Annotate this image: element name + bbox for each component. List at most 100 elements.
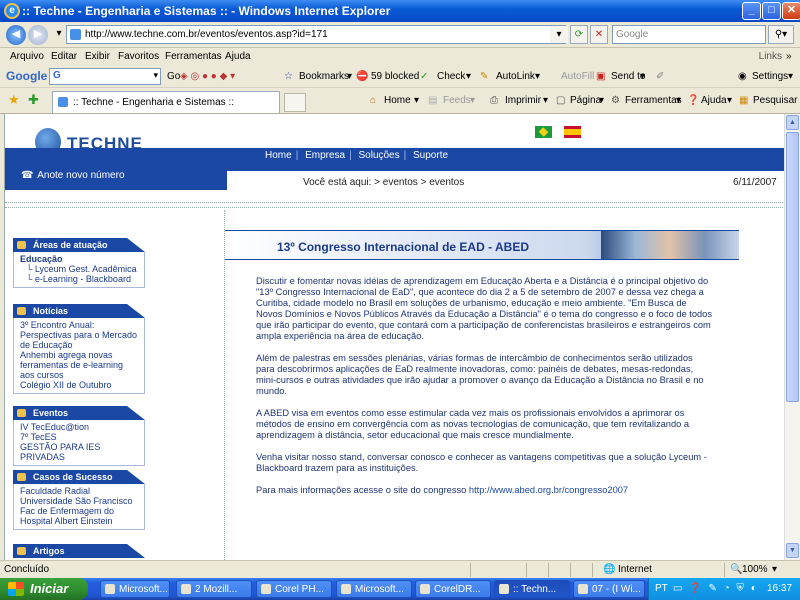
taskbar-item[interactable]: Corel PH... — [256, 580, 332, 598]
blocked-button[interactable]: 59 blocked — [371, 71, 419, 82]
sidebar-articles-title[interactable]: Artigos — [13, 544, 145, 558]
brazil-flag-icon[interactable] — [535, 126, 552, 138]
menu-editar[interactable]: Editar — [51, 51, 77, 62]
chevron-down-icon[interactable]: ▾ — [676, 95, 681, 106]
address-row: ◀ ▶ ▾ http://www.techne.com.br/eventos/e… — [0, 22, 800, 48]
taskbar: Iniciar Microsoft... 2 Mozill... Corel P… — [0, 578, 800, 600]
taskbar-item[interactable]: Microsoft... — [336, 580, 412, 598]
tools-button[interactable]: Ferramentas — [625, 95, 682, 106]
sidebar-areas-heading[interactable]: Educação — [20, 254, 63, 264]
add-favorite-icon[interactable]: ✚ — [28, 92, 39, 108]
case-item[interactable]: Faculdade Radial — [20, 486, 140, 496]
sidebar-item[interactable]: └ Lyceum Gest. Acadêmica — [20, 264, 140, 274]
help-button[interactable]: Ajuda — [701, 95, 727, 106]
scroll-down-icon[interactable]: ▼ — [786, 543, 799, 558]
case-item[interactable]: Universidade São Francisco — [20, 496, 140, 506]
menu-arquivo[interactable]: Arquivo — [10, 51, 44, 62]
nav-empresa[interactable]: Empresa — [305, 150, 345, 161]
autolink-button[interactable]: AutoLink — [496, 71, 535, 82]
research-button[interactable]: Pesquisar — [753, 95, 797, 106]
taskbar-item[interactable]: 2 Mozill... — [176, 580, 252, 598]
nav-solucoes[interactable]: Soluções — [358, 150, 399, 161]
news-item[interactable]: Colégio XII de Outubro — [20, 380, 140, 390]
tray-icons[interactable]: ▭ ❓ ✎ ◔ ⛨ ◐ — [673, 583, 759, 594]
stop-icon[interactable]: ✕ — [590, 25, 608, 44]
sidebar-item[interactable]: └ e-Learning - Blackboard — [20, 274, 140, 284]
chevron-down-icon[interactable]: ▾ — [772, 564, 777, 575]
language-indicator[interactable]: PT — [655, 583, 668, 594]
feeds-button[interactable]: Feeds — [443, 95, 471, 106]
news-item[interactable]: Anhembi agrega novas ferramentas de e-le… — [20, 350, 140, 380]
favorites-star-icon[interactable]: ★ — [8, 92, 20, 108]
refresh-icon[interactable]: ⟳ — [570, 25, 588, 44]
nav-home[interactable]: Home — [265, 150, 292, 161]
spellcheck-icon: ✓ — [420, 71, 429, 82]
address-dropdown-icon[interactable]: ▾ — [550, 26, 568, 43]
article-body: Discutir e fomentar novas idéias de apre… — [256, 276, 712, 507]
tab-techne[interactable]: :: Techne - Engenharia e Sistemas :: — [52, 91, 280, 113]
event-item[interactable]: 7º TecES — [20, 432, 140, 442]
settings-button[interactable]: Settings — [752, 71, 788, 82]
chevron-down-icon[interactable]: ▾ — [347, 71, 352, 82]
event-item[interactable]: IV TecEduc@tion — [20, 422, 140, 432]
print-button[interactable]: Imprimir — [505, 95, 541, 106]
bookmarks-button[interactable]: Bookmarks — [299, 71, 349, 82]
spain-flag-icon[interactable] — [564, 126, 581, 138]
tools-icon: ⚙ — [611, 95, 620, 106]
close-button[interactable]: ✕ — [782, 2, 800, 20]
menu-exibir[interactable]: Exibir — [85, 51, 110, 62]
menu-ferramentas[interactable]: Ferramentas — [165, 51, 222, 62]
links-label[interactable]: Links — [759, 51, 782, 62]
chevron-down-icon[interactable]: ▾ — [414, 95, 419, 106]
congress-link[interactable]: http://www.abed.org.br/congresso2007 — [469, 485, 628, 495]
taskbar-item[interactable]: CorelDR... — [415, 580, 491, 598]
feeds-icon: ▤ — [428, 95, 438, 106]
case-item[interactable]: Fac de Enfermagem do Hospital Albert Ein… — [20, 506, 140, 526]
chevron-right-icon[interactable]: » — [786, 51, 792, 62]
google-brand: Google — [6, 69, 48, 83]
back-button[interactable]: ◀ — [6, 25, 26, 45]
new-tab-button[interactable] — [284, 93, 306, 112]
scroll-up-icon[interactable]: ▲ — [786, 115, 799, 130]
forward-button[interactable]: ▶ — [28, 25, 48, 45]
status-text: Concluído — [4, 564, 50, 575]
scrollbar-thumb[interactable] — [786, 132, 799, 402]
sidebar-news: Notícias 3º Encontro Anual: Perspectivas… — [13, 304, 145, 394]
search-icon[interactable]: ⚲▾ — [768, 25, 794, 44]
chevron-down-icon[interactable]: ▾ — [543, 95, 548, 106]
sidebar-areas-title: Áreas de atuação — [13, 238, 145, 252]
nav-suporte[interactable]: Suporte — [413, 150, 448, 161]
taskbar-item-active[interactable]: :: Techn... — [494, 580, 570, 598]
toolbar-icons[interactable]: ◈ ◎ ● ● ◆ ▾ — [180, 71, 235, 82]
autofill-button[interactable]: AutoFill — [561, 71, 594, 82]
menu-favoritos[interactable]: Favoritos — [118, 51, 159, 62]
home-button[interactable]: Home — [384, 95, 411, 106]
chevron-down-icon[interactable]: ▾ — [466, 71, 471, 82]
check-button[interactable]: Check — [437, 71, 465, 82]
google-search-input[interactable]: G ▾ — [49, 68, 161, 85]
clock[interactable]: 16:37 — [767, 583, 792, 594]
chevron-down-icon[interactable]: ▾ — [727, 95, 732, 106]
chevron-down-icon[interactable]: ▾ — [535, 71, 540, 82]
taskbar-item[interactable]: 07 - (I Wi... — [573, 580, 645, 598]
address-input[interactable]: http://www.techne.com.br/eventos/eventos… — [66, 25, 566, 44]
minimize-button[interactable]: _ — [742, 2, 761, 20]
start-button[interactable]: Iniciar — [0, 578, 88, 600]
search-input[interactable]: Google — [612, 25, 766, 44]
pencil-icon[interactable]: ✐ — [656, 71, 664, 82]
zoom-level[interactable]: 100% — [742, 564, 768, 575]
zoom-icon: 🔍 — [730, 564, 743, 575]
event-item[interactable]: GESTÃO PARA IES PRIVADAS — [20, 442, 140, 462]
page-button[interactable]: Página — [570, 95, 601, 106]
vertical-scrollbar[interactable]: ▲ ▼ — [784, 114, 800, 560]
taskbar-item[interactable]: Microsoft... — [100, 580, 170, 598]
chevron-down-icon[interactable]: ▾ — [788, 71, 793, 82]
maximize-button[interactable]: □ — [762, 2, 781, 20]
chevron-down-icon[interactable]: ▾ — [599, 95, 604, 106]
news-item[interactable]: 3º Encontro Anual: Perspectivas para o M… — [20, 320, 140, 350]
menu-ajuda[interactable]: Ajuda — [225, 51, 251, 62]
chevron-down-icon[interactable]: ▾ — [470, 95, 475, 106]
chevron-down-icon[interactable]: ▾ — [640, 71, 645, 82]
top-nav: Home | Empresa | Soluções | Suporte — [265, 150, 449, 161]
go-button[interactable]: Go — [167, 71, 180, 82]
